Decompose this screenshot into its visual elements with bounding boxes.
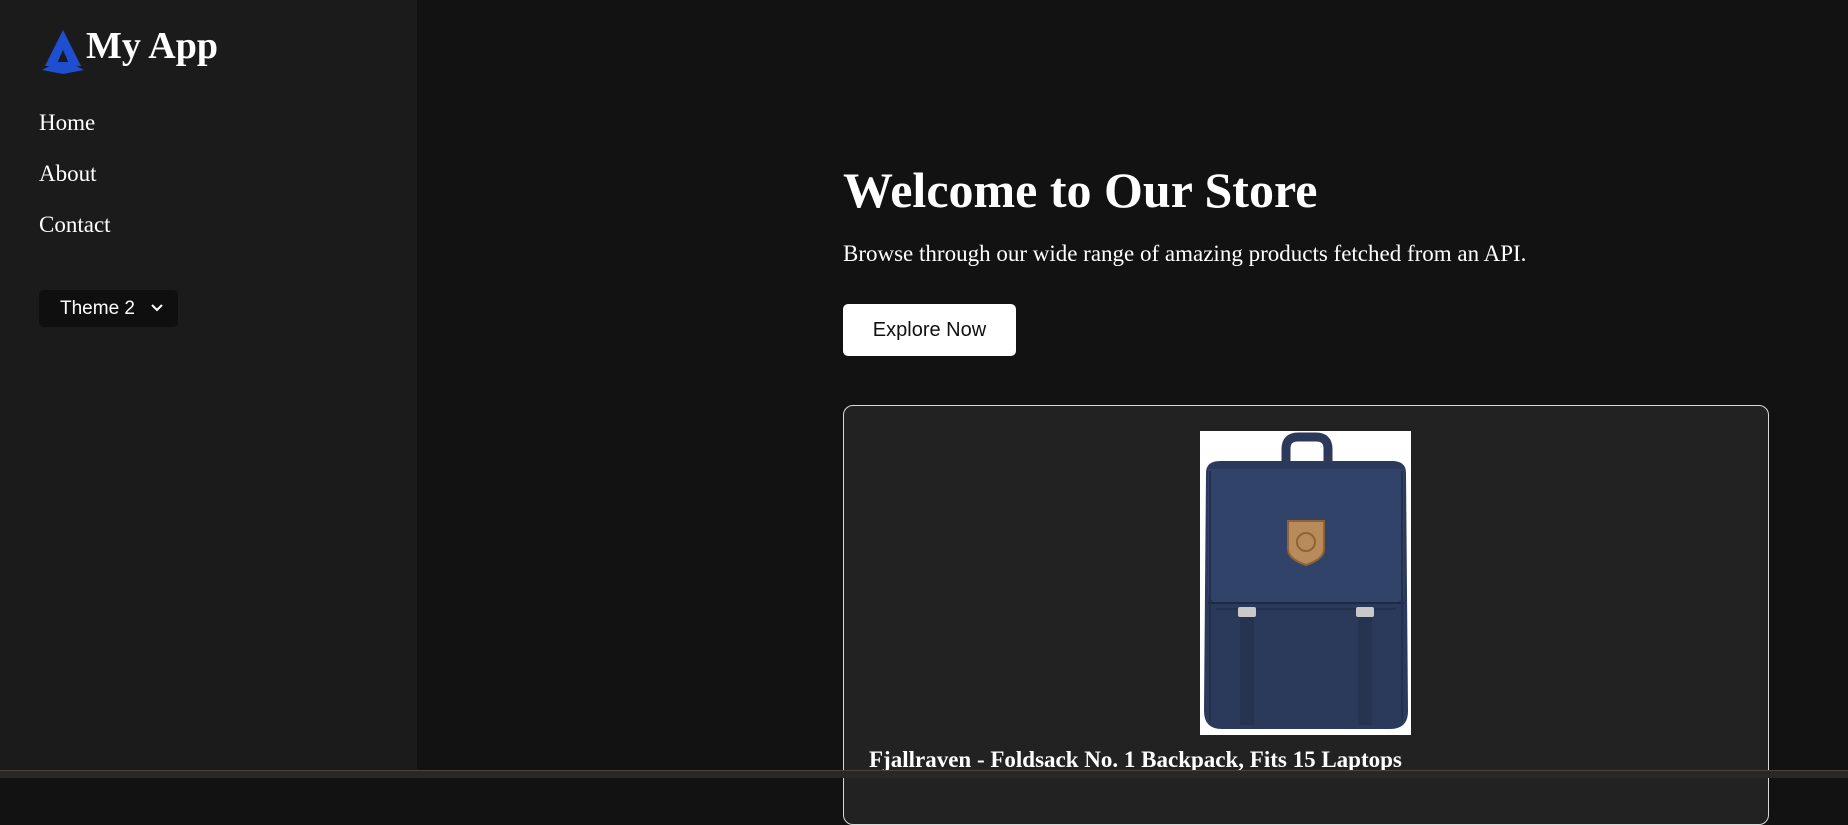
page-title: Welcome to Our Store xyxy=(843,162,1318,218)
nav-item-home[interactable]: Home xyxy=(39,109,111,137)
sidebar-nav: Home About Contact xyxy=(39,109,111,262)
nav-item-about[interactable]: About xyxy=(39,160,111,188)
product-card[interactable]: Fjallraven - Foldsack No. 1 Backpack, Fi… xyxy=(843,405,1769,825)
explore-now-button[interactable]: Explore Now xyxy=(843,304,1016,356)
nav-item-contact[interactable]: Contact xyxy=(39,211,111,239)
app-logo-icon xyxy=(42,30,84,74)
theme-select[interactable]: Theme 2 xyxy=(39,290,178,327)
brand[interactable]: My App xyxy=(38,22,218,76)
theme-select-value: Theme 2 xyxy=(60,297,135,319)
window-bottom-edge xyxy=(0,770,1848,778)
sidebar: My App Home About Contact Theme 2 xyxy=(0,0,417,770)
app-title: My App xyxy=(86,25,218,67)
page-subtitle: Browse through our wide range of amazing… xyxy=(843,241,1527,266)
backpack-image xyxy=(1200,431,1411,735)
main-content: Welcome to Our Store Browse through our … xyxy=(417,0,1848,825)
chevron-down-icon xyxy=(151,304,163,312)
product-image[interactable] xyxy=(1200,431,1411,735)
